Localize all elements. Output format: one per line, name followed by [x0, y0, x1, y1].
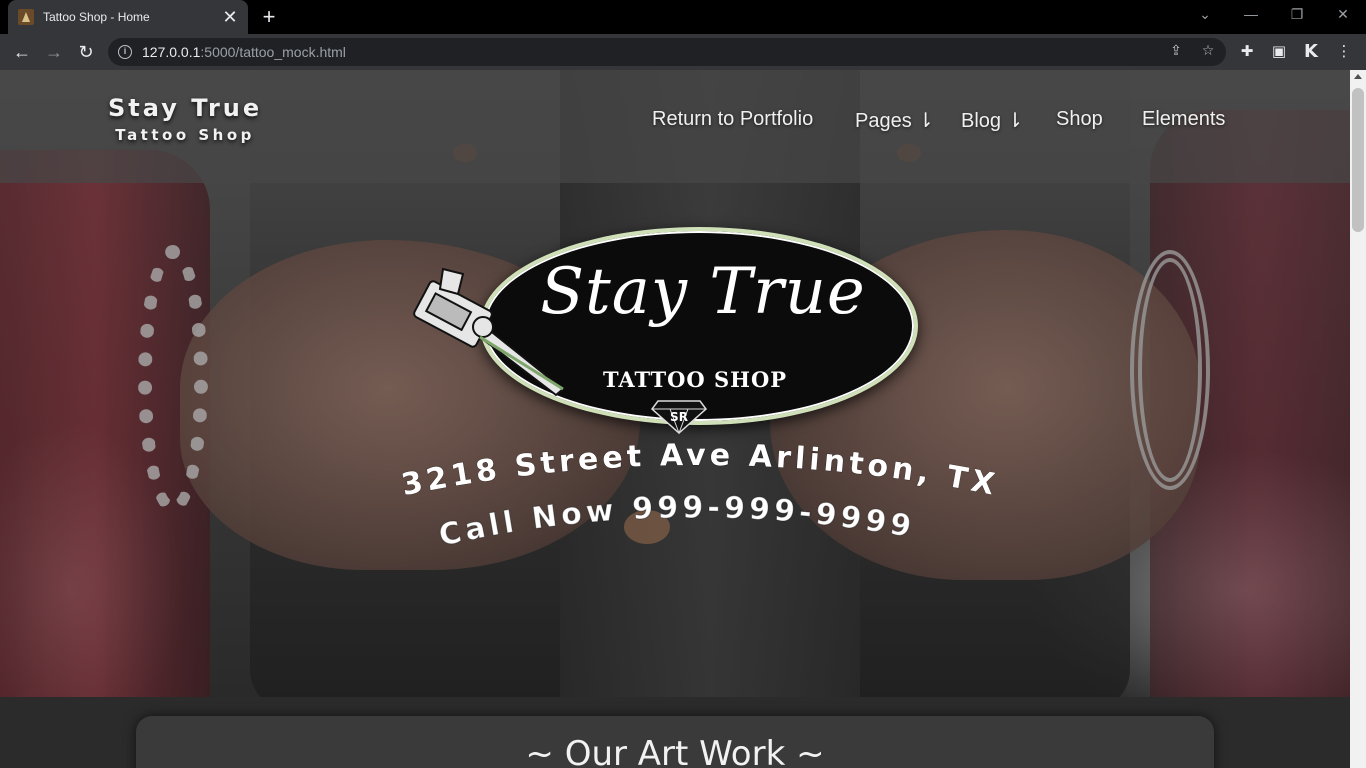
stay-true-logo: Stay True TATTOO SHOP SR	[388, 225, 918, 440]
brand-title: Stay True	[108, 94, 263, 122]
site-brand[interactable]: Stay True Tattoo Shop	[108, 94, 262, 144]
hero-section: Stay True TATTOO SHOP SR 3218 Street Ave…	[0, 70, 1350, 697]
nav-elements[interactable]: Elements	[1142, 108, 1225, 131]
tab-search-icon[interactable]: ⌄	[1195, 6, 1215, 23]
address-bar[interactable]: i 127.0.0.1:5000/tattoo_mock.html ⇪ ☆	[108, 38, 1226, 66]
hero-photo-bracelet-left	[138, 245, 208, 515]
site-favicon-icon	[18, 9, 34, 25]
page-viewport: Stay True TATTOO SHOP SR 3218 Street Ave…	[0, 70, 1350, 768]
nav-blog-dropdown[interactable]: Blog ⇂	[961, 108, 1023, 133]
scroll-thumb[interactable]	[1352, 88, 1364, 232]
minimize-icon[interactable]: —	[1241, 6, 1261, 22]
new-tab-button[interactable]: +	[258, 6, 280, 28]
browser-tab-bar: Tattoo Shop - Home ✕ + ⌄ — ❐ ✕	[0, 0, 1366, 34]
page-scrollbar[interactable]	[1350, 70, 1366, 768]
svg-text:Call Now 999-999-9999: Call Now 999-999-9999	[436, 490, 918, 553]
phone-text[interactable]: Call Now 999-999-9999	[435, 490, 918, 554]
logo-script-text: Stay True	[540, 255, 866, 329]
contact-arc: 3218 Street Ave Arlinton, TX Call Now 99…	[398, 437, 998, 554]
url-path: :5000/tattoo_mock.html	[200, 44, 346, 60]
site-header: Stay True Tattoo Shop Return to Portfoli…	[0, 70, 1350, 183]
side-panel-icon[interactable]: ▣	[1268, 42, 1290, 62]
back-icon[interactable]: ←	[10, 40, 34, 64]
extensions-icon[interactable]: ✚	[1236, 42, 1258, 62]
menu-kebab-icon[interactable]: ⋮	[1333, 42, 1355, 62]
brand-subtitle: Tattoo Shop	[115, 126, 255, 144]
tab-close-icon[interactable]: ✕	[222, 8, 238, 26]
forward-icon[interactable]: →	[42, 40, 66, 64]
restore-icon[interactable]: ❐	[1287, 6, 1307, 23]
browser-toolbar: ← → ↻ i 127.0.0.1:5000/tattoo_mock.html …	[0, 34, 1366, 70]
logo-shop-text: TATTOO SHOP	[602, 367, 788, 392]
scroll-up-arrow-icon[interactable]	[1354, 74, 1362, 79]
art-work-section: ~ Our Art Work ~	[136, 716, 1214, 768]
tab-title: Tattoo Shop - Home	[43, 10, 150, 24]
browser-tab[interactable]: Tattoo Shop - Home ✕	[8, 0, 248, 34]
url-host: 127.0.0.1	[142, 44, 201, 60]
window-close-icon[interactable]: ✕	[1333, 6, 1353, 23]
profile-k-icon[interactable]: K	[1300, 42, 1322, 62]
section-title: ~ Our Art Work ~	[525, 734, 825, 768]
nav-pages-dropdown[interactable]: Pages ⇂	[855, 108, 934, 133]
logo-monogram: SR	[670, 410, 688, 424]
reload-icon[interactable]: ↻	[74, 40, 98, 64]
nav-shop[interactable]: Shop	[1056, 108, 1103, 131]
bookmark-star-icon[interactable]: ☆	[1198, 42, 1218, 59]
site-info-icon[interactable]: i	[118, 45, 132, 59]
share-icon[interactable]: ⇪	[1166, 42, 1186, 59]
nav-return-to-portfolio[interactable]: Return to Portfolio	[652, 108, 813, 131]
hero-photo-bracelet-right	[1130, 250, 1210, 490]
diamond-icon: SR	[650, 400, 708, 435]
